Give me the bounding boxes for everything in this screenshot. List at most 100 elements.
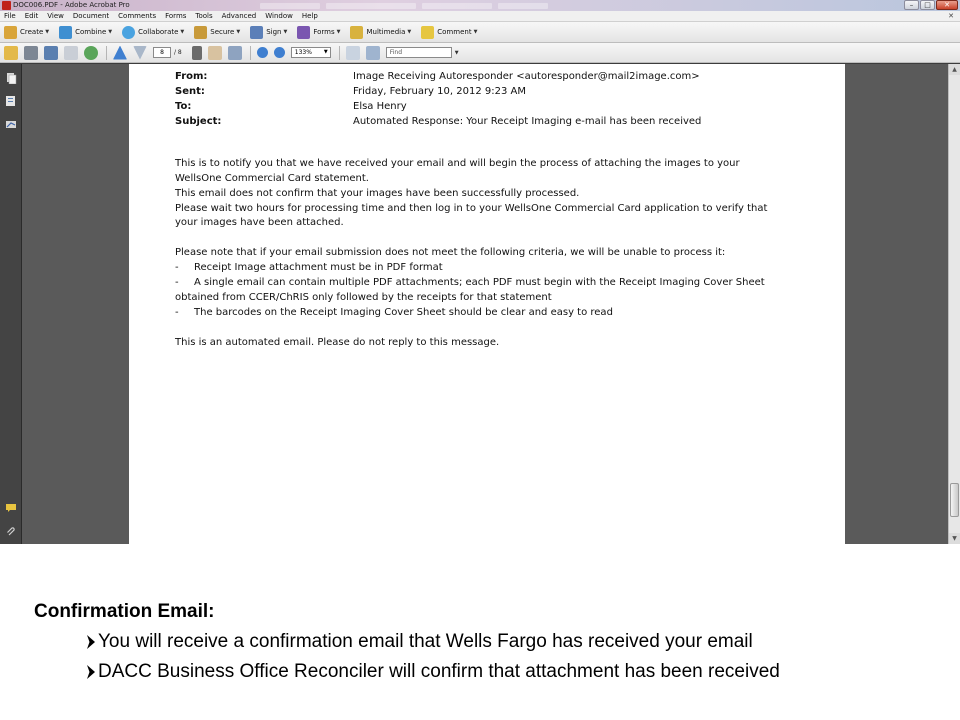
create-button[interactable]: Create ▼ (4, 24, 49, 40)
email-header-from: From: Image Receiving Autoresponder <aut… (129, 70, 845, 84)
criteria-text: A single email can contain multiple PDF … (194, 277, 765, 288)
previous-page-icon[interactable] (113, 45, 127, 60)
next-page-icon[interactable] (133, 45, 147, 60)
criteria-text: The barcodes on the Receipt Imaging Cove… (194, 307, 613, 318)
slide-bullet: You will receive a confirmation email th… (86, 630, 753, 654)
header-value: Automated Response: Your Receipt Imaging… (353, 116, 702, 127)
comment-label: Comment (437, 28, 472, 36)
marquee-zoom-icon[interactable] (227, 45, 242, 60)
scroll-down-icon[interactable]: ▼ (949, 533, 960, 544)
attachments-panel-icon[interactable] (5, 525, 17, 537)
chevron-down-icon: ▼ (473, 29, 478, 35)
lock-icon (194, 25, 208, 39)
open-folder-icon[interactable] (4, 45, 18, 60)
page-number-field[interactable]: 8 (153, 47, 171, 58)
close-document-icon[interactable]: ✕ (948, 12, 954, 20)
find-input[interactable]: Find (385, 47, 452, 58)
create-pdf-icon (4, 25, 17, 39)
collaborate-button[interactable]: Collaborate ▼ (122, 24, 184, 40)
share-icon[interactable] (84, 45, 98, 60)
multimedia-button[interactable]: Multimedia ▼ (350, 24, 411, 40)
forms-button[interactable]: Forms ▼ (297, 24, 340, 40)
chevron-down-icon: ▼ (108, 29, 113, 35)
combine-icon (59, 25, 73, 39)
window-controls: – □ ✕ (904, 0, 958, 10)
email-body-line: This is an automated email. Please do no… (175, 337, 500, 348)
zoom-field[interactable]: 133% ▼ (290, 47, 331, 58)
navigation-pane (0, 64, 22, 544)
menu-help[interactable]: Help (302, 11, 318, 21)
comment-button[interactable]: Comment ▼ (421, 24, 477, 40)
email-body-line: Please note that if your email submissio… (175, 247, 726, 258)
pen-icon (250, 25, 264, 39)
signatures-panel-icon[interactable] (5, 119, 17, 131)
menu-bar: File Edit View Document Comments Forms T… (0, 11, 960, 22)
select-tool-icon[interactable] (191, 45, 202, 60)
header-value: Image Receiving Autoresponder <autorespo… (353, 71, 700, 82)
vertical-scrollbar[interactable]: ▲ ▼ (948, 64, 960, 544)
zoom-out-icon[interactable] (256, 47, 268, 58)
scroll-up-icon[interactable]: ▲ (949, 64, 960, 75)
email-body-line: WellsOne Commercial Card statement. (175, 173, 369, 184)
menu-file[interactable]: File (4, 11, 16, 21)
chevron-down-icon: ▼ (336, 29, 341, 35)
zoom-in-icon[interactable] (273, 47, 285, 58)
pages-panel-icon[interactable] (5, 72, 17, 84)
header-value: Friday, February 10, 2012 9:23 AM (353, 86, 526, 97)
email-body-line: This email does not confirm that your im… (175, 188, 580, 199)
forms-label: Forms (313, 28, 335, 36)
menu-forms[interactable]: Forms (165, 11, 186, 21)
menu-view[interactable]: View (47, 11, 64, 21)
criteria-text: Receipt Image attachment must be in PDF … (194, 262, 443, 273)
sign-button[interactable]: Sign ▼ (250, 24, 287, 40)
menu-window[interactable]: Window (265, 11, 293, 21)
create-label: Create (20, 28, 44, 36)
fit-page-icon[interactable] (345, 45, 360, 60)
task-toolbar: Create ▼ Combine ▼ Collaborate ▼ Secure … (0, 22, 960, 43)
chevron-down-icon[interactable]: ▼ (455, 50, 459, 56)
multimedia-label: Multimedia (366, 28, 406, 36)
criteria-item: - The barcodes on the Receipt Imaging Cov… (175, 306, 613, 320)
chevron-down-icon: ▼ (45, 29, 50, 35)
menu-comments[interactable]: Comments (118, 11, 156, 21)
header-label: From: (175, 71, 208, 82)
arrow-bullet-icon (87, 665, 95, 679)
bookmarks-panel-icon[interactable] (5, 95, 17, 107)
header-label: To: (175, 101, 192, 112)
slide-heading: Confirmation Email: (34, 601, 215, 622)
toolbar-separator (249, 45, 251, 60)
bullet-text: You will receive a confirmation email th… (98, 631, 753, 652)
criteria-item: - A single email can contain multiple PDF… (175, 276, 765, 290)
email-header-to: To: Elsa Henry (129, 100, 845, 114)
email-body-line: obtained from CCER/ChRIS only followed b… (175, 292, 552, 303)
fit-width-icon[interactable] (365, 45, 380, 60)
menu-tools[interactable]: Tools (195, 11, 212, 21)
print-icon[interactable] (24, 45, 38, 60)
secure-label: Secure (210, 28, 235, 36)
close-window-button[interactable]: ✕ (936, 0, 958, 10)
maximize-button[interactable]: □ (920, 0, 935, 10)
page-total: / 8 (174, 49, 182, 56)
toolbar-separator (106, 45, 107, 60)
menu-document[interactable]: Document (73, 11, 109, 21)
bullet-text: DACC Business Office Reconciler will con… (98, 661, 780, 682)
header-label: Sent: (175, 86, 205, 97)
header-label: Subject: (175, 116, 222, 127)
scroll-thumb[interactable] (950, 483, 959, 517)
title-bar: DOC006.PDF - Adobe Acrobat Pro – □ ✕ (0, 0, 960, 11)
combine-button[interactable]: Combine ▼ (59, 24, 112, 40)
secure-button[interactable]: Secure ▼ (194, 24, 240, 40)
email-icon[interactable] (64, 45, 78, 60)
header-value: Elsa Henry (353, 101, 407, 112)
save-icon[interactable] (44, 45, 58, 60)
chevron-down-icon: ▼ (407, 29, 412, 35)
menu-advanced[interactable]: Advanced (222, 11, 257, 21)
hand-tool-icon[interactable] (207, 45, 222, 60)
collaborate-label: Collaborate (138, 28, 179, 36)
comments-panel-icon[interactable] (5, 502, 17, 514)
minimize-button[interactable]: – (904, 0, 919, 10)
email-header-subject: Subject: Automated Response: Your Receip… (129, 115, 845, 129)
slide-bullet: DACC Business Office Reconciler will con… (86, 660, 780, 684)
email-body-line: Please wait two hours for processing tim… (175, 203, 768, 214)
menu-edit[interactable]: Edit (25, 11, 39, 21)
